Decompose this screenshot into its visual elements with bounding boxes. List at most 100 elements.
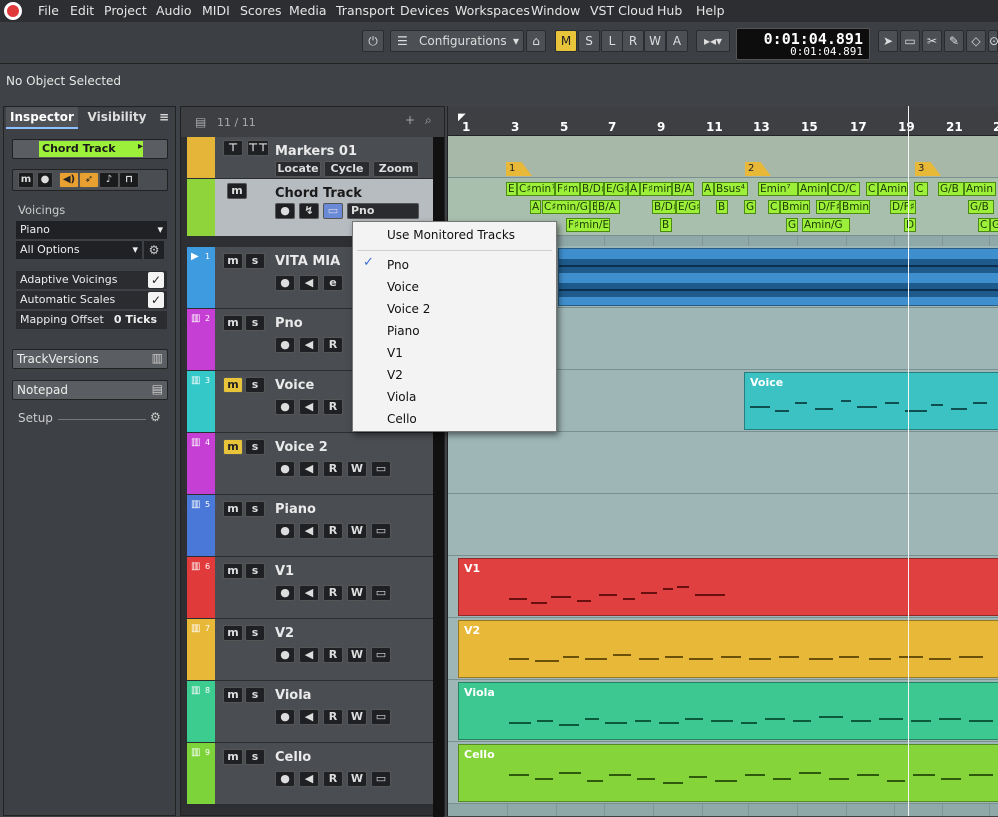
read-button[interactable]: R: [323, 585, 343, 601]
write-button[interactable]: W: [347, 771, 367, 787]
automatic-scales-row[interactable]: Automatic Scales ✓: [16, 291, 167, 309]
midi-part[interactable]: Cello: [458, 744, 998, 802]
lane-piano[interactable]: [448, 494, 998, 556]
menu-item-use-monitored-tracks[interactable]: Use Monitored Tracks: [387, 228, 515, 242]
tab-visibility[interactable]: Visibility: [82, 107, 152, 129]
follow-icon[interactable]: ↯: [299, 203, 319, 219]
menu-icon[interactable]: ≡: [154, 107, 174, 129]
menu-vst-cloud[interactable]: VST Cloud: [590, 3, 654, 18]
record-icon[interactable]: ●: [275, 275, 295, 291]
audio-event[interactable]: [558, 248, 998, 306]
lane-voice-2[interactable]: [448, 432, 998, 494]
chord-event[interactable]: A: [702, 182, 714, 196]
chord-event[interactable]: E/G♯: [676, 200, 700, 214]
checkbox-checked-icon[interactable]: ✓: [148, 292, 164, 308]
chord-event[interactable]: Bmin: [780, 200, 810, 214]
solo-button[interactable]: s: [245, 749, 265, 765]
chord-event[interactable]: Amin: [878, 182, 908, 196]
mute-button[interactable]: m: [223, 749, 243, 765]
activate-project-button[interactable]: ⏻: [362, 30, 384, 52]
monitor-icon[interactable]: ◀: [299, 337, 319, 353]
read-button[interactable]: R: [323, 461, 343, 477]
chord-event[interactable]: G: [786, 218, 798, 232]
pointer-icon[interactable]: ➶: [79, 172, 99, 188]
chord-event[interactable]: Bmin: [840, 200, 870, 214]
tab-inspector[interactable]: Inspector: [6, 107, 78, 129]
monitor-icon[interactable]: ◀: [299, 399, 319, 415]
options-select[interactable]: All Options ▾: [16, 241, 142, 259]
chord-event[interactable]: C: [768, 200, 780, 214]
editor-icon[interactable]: ▭: [371, 709, 391, 725]
record-icon[interactable]: ●: [275, 337, 295, 353]
monitor-icon[interactable]: ◀: [299, 275, 319, 291]
split-tool-icon[interactable]: ✂: [922, 30, 942, 52]
write-button[interactable]: W: [347, 585, 367, 601]
read-button[interactable]: R: [323, 337, 343, 353]
midi-part[interactable]: Viola: [458, 682, 998, 740]
search-icon[interactable]: ⌕: [425, 113, 432, 128]
track-markers[interactable]: ⊤ ⊤⊤ Markers 01 Locate Cycle Zoom: [187, 137, 437, 179]
mute-button[interactable]: m: [223, 377, 243, 393]
chord-event[interactable]: B: [716, 200, 728, 214]
mode-a-button[interactable]: A: [666, 30, 688, 52]
monitor-icon[interactable]: ◀: [299, 771, 319, 787]
mute-button[interactable]: m: [227, 183, 247, 199]
monitor-icon[interactable]: ◀: [299, 709, 319, 725]
monitor-icon[interactable]: ▭: [323, 203, 343, 219]
mode-w-button[interactable]: W: [644, 30, 666, 52]
menu-project[interactable]: Project: [104, 3, 147, 18]
menu-item-v1[interactable]: V1: [387, 346, 403, 360]
menu-item-voice-2[interactable]: Voice 2: [387, 302, 430, 316]
chord-event[interactable]: G: [744, 200, 756, 214]
menu-item-piano[interactable]: Piano: [387, 324, 420, 338]
chord-event[interactable]: C: [866, 182, 878, 196]
editor-icon[interactable]: ▭: [371, 461, 391, 477]
chord-event[interactable]: G/B: [968, 200, 994, 214]
read-button[interactable]: R: [323, 709, 343, 725]
track-viola[interactable]: 8 ▥ m s Viola ● ◀ R W ▭: [187, 681, 437, 743]
write-button[interactable]: W: [347, 709, 367, 725]
pointer-tool-icon[interactable]: ➤: [878, 30, 898, 52]
erase-tool-icon[interactable]: ◇: [966, 30, 986, 52]
lock-icon[interactable]: ⊓: [119, 172, 139, 188]
mute-button[interactable]: m: [223, 253, 243, 269]
menu-hub[interactable]: Hub: [657, 3, 682, 18]
chord-event[interactable]: E: [506, 182, 517, 196]
voicing-select[interactable]: Piano ▾: [16, 221, 167, 239]
add-cycle-marker-icon[interactable]: ⊤⊤: [247, 140, 269, 156]
configurations-button[interactable]: Configurations ☰ ▾: [390, 30, 524, 52]
menu-item-viola[interactable]: Viola: [387, 390, 416, 404]
speaker-icon[interactable]: ◀): [59, 172, 79, 188]
track-v2[interactable]: 7 ▥ m s V2 ● ◀ R W ▭: [187, 619, 437, 681]
record-icon[interactable]: ●: [275, 461, 295, 477]
list-icon[interactable]: ▤: [195, 115, 206, 129]
menu-window[interactable]: Window: [531, 3, 580, 18]
transport-arrows-icon[interactable]: ▸◂▾: [696, 30, 730, 52]
mode-r-button[interactable]: R: [622, 30, 644, 52]
mode-m-button[interactable]: M: [555, 30, 577, 52]
record-icon[interactable]: ●: [37, 172, 53, 188]
record-icon[interactable]: ●: [275, 647, 295, 663]
chord-event[interactable]: A: [530, 200, 542, 214]
time-display[interactable]: 0:01:04.891 0:01:04.891: [736, 28, 870, 60]
chord-event[interactable]: G/B: [938, 182, 964, 196]
menu-help[interactable]: Help: [696, 3, 725, 18]
chord-event[interactable]: Amin: [798, 182, 828, 196]
solo-button[interactable]: s: [245, 563, 265, 579]
record-icon[interactable]: ●: [275, 523, 295, 539]
zoom-button[interactable]: Zoom: [373, 161, 419, 177]
chord-event[interactable]: A: [628, 182, 640, 196]
note-icon[interactable]: ♪: [99, 172, 119, 188]
record-icon[interactable]: ●: [275, 771, 295, 787]
solo-button[interactable]: s: [245, 625, 265, 641]
notepad-section[interactable]: Notepad ▤: [12, 380, 168, 400]
menu-item-v2[interactable]: V2: [387, 368, 403, 382]
gear-icon[interactable]: ⚙: [150, 410, 161, 424]
chord-event[interactable]: C: [978, 218, 990, 232]
ruler[interactable]: ◤ 1 3 5 7 9 11 13 15 17 19 21 2: [448, 106, 998, 136]
mute-button[interactable]: m: [223, 625, 243, 641]
monitor-icon[interactable]: ◀: [299, 523, 319, 539]
mute-button[interactable]: m: [223, 687, 243, 703]
solo-button[interactable]: s: [245, 439, 265, 455]
cycle-button[interactable]: Cycle: [324, 161, 370, 177]
